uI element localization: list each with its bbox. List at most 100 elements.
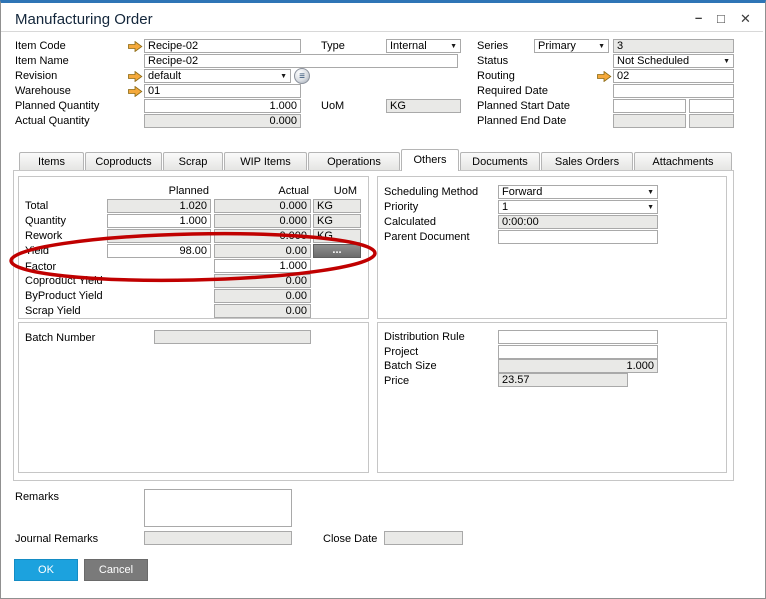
chevron-down-icon[interactable]: ▼ [450,43,457,50]
tab-others[interactable]: Others [401,149,459,171]
total-planned-field: 1.020 [107,199,211,213]
planned-quantity-field[interactable]: 1.000 [144,99,301,113]
maximize-icon[interactable]: □ [717,12,725,26]
routing-field[interactable]: 02 [613,69,734,83]
byproduct-yield-field: 0.00 [214,289,311,303]
chevron-down-icon[interactable]: ▼ [647,189,654,196]
project-field[interactable] [498,345,658,359]
actual-quantity-field: 0.000 [144,114,301,128]
actual-quantity-label: Actual Quantity [15,115,90,128]
tab-wip-items[interactable]: WIP Items [224,152,307,171]
link-arrow-icon[interactable] [597,71,612,82]
item-code-field[interactable]: Recipe-02 [144,39,301,53]
quantity-planned-field[interactable]: 1.000 [107,214,211,228]
quantity-uom-field: KG [313,214,361,228]
item-name-label: Item Name [15,55,69,68]
cancel-button[interactable]: Cancel [84,559,148,581]
titlebar-divider [1,31,763,32]
project-label: Project [384,346,418,359]
link-arrow-icon[interactable] [128,86,143,97]
tab-attachments[interactable]: Attachments [634,152,732,171]
actual-column-header: Actual [214,185,309,198]
tab-operations[interactable]: Operations [308,152,400,171]
batch-size-label: Batch Size [384,360,437,373]
status-dropdown[interactable]: Not Scheduled ▼ [613,54,734,68]
series-value: Primary [538,40,576,52]
planned-start-time-field[interactable] [689,99,734,113]
rework-row-label: Rework [25,230,62,243]
link-arrow-icon[interactable] [128,41,143,52]
distribution-rule-label: Distribution Rule [384,331,465,344]
tab-documents[interactable]: Documents [460,152,540,171]
yield-actual-field: 0.00 [214,244,311,258]
rework-uom-field: KG [313,229,361,243]
revision-dropdown[interactable]: default ▼ [144,69,291,83]
rework-actual-field: 0.000 [214,229,311,243]
planned-end-date-field [613,114,686,128]
uom-field: KG [386,99,461,113]
required-date-field[interactable] [613,84,734,98]
scheduling-method-label: Scheduling Method [384,186,478,199]
close-date-field [384,531,463,545]
chevron-down-icon[interactable]: ▼ [280,73,287,80]
scheduling-method-value: Forward [502,186,542,198]
yield-ellipsis-button[interactable]: ... [313,244,361,258]
quantity-actual-field: 0.000 [214,214,311,228]
tab-sales-orders[interactable]: Sales Orders [541,152,633,171]
tab-scrap[interactable]: Scrap [163,152,223,171]
routing-label: Routing [477,70,515,83]
minimize-icon[interactable]: – [695,11,702,25]
distribution-rule-field[interactable] [498,330,658,344]
close-icon[interactable]: ✕ [740,12,751,26]
chevron-down-icon[interactable]: ▼ [647,204,654,211]
ok-button[interactable]: OK [14,559,78,581]
chevron-down-icon[interactable]: ▼ [598,43,605,50]
total-actual-field: 0.000 [214,199,311,213]
tab-items[interactable]: Items [19,152,84,171]
price-field: 23.57 [498,373,628,387]
coproduct-yield-row-label: Coproduct Yield [25,275,103,288]
revision-list-icon[interactable]: ≡ [294,68,310,84]
tab-bar: Items Coproducts Scrap WIP Items Operati… [19,149,733,171]
manufacturing-order-window: Manufacturing Order – □ ✕ Item Code Reci… [0,0,766,599]
calculated-label: Calculated [384,216,436,229]
priority-dropdown[interactable]: 1 ▼ [498,200,658,214]
yield-planned-field[interactable]: 98.00 [107,244,211,258]
remarks-label: Remarks [15,491,59,504]
revision-label: Revision [15,70,57,83]
batch-number-field [154,330,311,344]
type-dropdown[interactable]: Internal ▼ [386,39,461,53]
parent-document-field[interactable] [498,230,658,244]
item-code-label: Item Code [15,40,66,53]
planned-end-time-field [689,114,734,128]
series-label: Series [477,40,508,53]
scheduling-method-dropdown[interactable]: Forward ▼ [498,185,658,199]
tab-coproducts[interactable]: Coproducts [85,152,162,171]
planned-start-date-label: Planned Start Date [477,100,570,113]
scrap-yield-row-label: Scrap Yield [25,305,81,318]
series-dropdown[interactable]: Primary ▼ [534,39,609,53]
planned-end-date-label: Planned End Date [477,115,566,128]
document-number-field: 3 [613,39,734,53]
journal-remarks-label: Journal Remarks [15,533,98,546]
item-name-field[interactable]: Recipe-02 [144,54,458,68]
warehouse-field[interactable]: 01 [144,84,301,98]
journal-remarks-field [144,531,292,545]
calculated-field: 0:00:00 [498,215,658,229]
factor-field[interactable]: 1.000 [214,259,311,273]
total-uom-field: KG [313,199,361,213]
planned-start-date-field[interactable] [613,99,686,113]
price-label: Price [384,375,409,388]
quantity-row-label: Quantity [25,215,66,228]
planned-column-header: Planned [107,185,209,198]
window-title: Manufacturing Order [15,11,153,28]
chevron-down-icon[interactable]: ▼ [723,58,730,65]
revision-value: default [148,70,181,82]
planned-quantity-label: Planned Quantity [15,100,99,113]
type-label: Type [321,40,345,53]
link-arrow-icon[interactable] [128,71,143,82]
uom-column-header: UoM [313,185,357,198]
remarks-textarea[interactable] [144,489,292,527]
rework-planned-field [107,229,211,243]
status-value: Not Scheduled [617,55,689,67]
